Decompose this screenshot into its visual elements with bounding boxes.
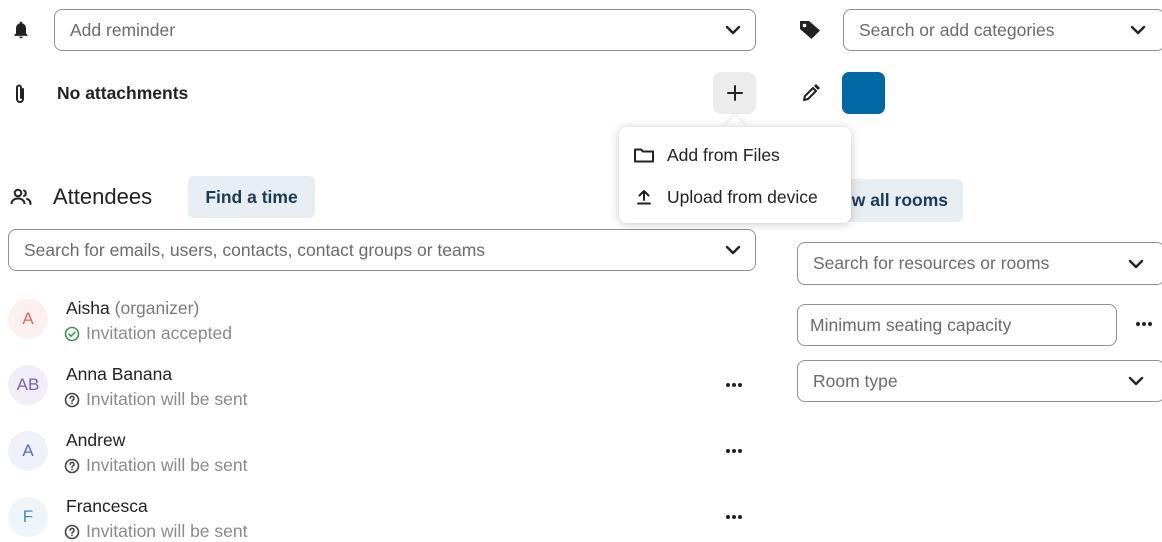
- attendee-status: Invitation will be sent: [64, 521, 247, 542]
- attendee-name: Francesca: [66, 496, 148, 517]
- attachments-label: No attachments: [57, 83, 189, 103]
- attendee-status: Invitation accepted: [64, 323, 232, 344]
- attendee-more-button[interactable]: [726, 515, 742, 519]
- question-circle-icon: [64, 392, 80, 408]
- attendee-avatar: AB: [8, 365, 48, 405]
- resource-search-select[interactable]: Search for resources or rooms: [797, 242, 1162, 285]
- people-icon: [8, 186, 34, 208]
- menu-item-label: Add from Files: [667, 144, 780, 165]
- bell-icon: [10, 19, 32, 41]
- attendee-name: Anna Banana: [66, 364, 172, 385]
- attendee-status-text: Invitation accepted: [86, 323, 232, 343]
- attendees-title: Attendees: [53, 184, 153, 209]
- find-a-time-button[interactable]: Find a time: [188, 176, 315, 218]
- categories-placeholder: Search or add categories: [859, 19, 1055, 40]
- attendee-name-text: Andrew: [66, 430, 126, 450]
- attendee-status-text: Invitation will be sent: [86, 455, 248, 475]
- seating-capacity-field[interactable]: [810, 305, 1116, 345]
- attendee-name-text: Aisha: [66, 298, 110, 318]
- attendee-avatar: A: [8, 431, 48, 471]
- color-swatch[interactable]: [842, 72, 885, 114]
- menu-item-label: Upload from device: [667, 186, 818, 207]
- check-circle-icon: [64, 326, 80, 342]
- upload-icon: [633, 188, 655, 206]
- categories-select[interactable]: Search or add categories: [843, 9, 1162, 51]
- menu-item-upload-from-device[interactable]: Upload from device: [633, 179, 843, 215]
- chevron-down-icon: [725, 245, 741, 255]
- room-type-select[interactable]: Room type: [797, 360, 1162, 402]
- attendee-search-placeholder: Search for emails, users, contacts, cont…: [24, 239, 486, 260]
- chevron-down-icon: [1128, 376, 1144, 386]
- resource-search-placeholder: Search for resources or rooms: [813, 253, 1050, 273]
- attendee-status: Invitation will be sent: [64, 455, 247, 476]
- chevron-down-icon: [1128, 259, 1144, 269]
- reminder-placeholder: Add reminder: [70, 19, 176, 40]
- attendee-avatar: F: [8, 497, 48, 537]
- attendee-role: (organizer): [114, 298, 200, 318]
- attendee-name: Aisha (organizer): [66, 298, 199, 319]
- attendee-name-text: Francesca: [66, 496, 148, 516]
- attendee-search-select[interactable]: Search for emails, users, contacts, cont…: [8, 229, 756, 271]
- chevron-down-icon: [725, 25, 741, 35]
- room-type-placeholder: Room type: [813, 370, 898, 391]
- attendee-status-text: Invitation will be sent: [86, 521, 248, 541]
- folder-icon: [633, 146, 655, 164]
- paperclip-icon: [10, 81, 30, 107]
- attendee-status: Invitation will be sent: [64, 389, 247, 410]
- menu-item-add-from-files[interactable]: Add from Files: [633, 137, 843, 173]
- add-attachment-button[interactable]: [713, 72, 756, 114]
- attendee-name: Andrew: [66, 430, 125, 451]
- question-circle-icon: [64, 524, 80, 540]
- reminder-select[interactable]: Add reminder: [54, 9, 756, 51]
- eyedropper-icon: [799, 81, 823, 105]
- attendee-more-button[interactable]: [726, 383, 742, 387]
- capacity-more-button[interactable]: [1136, 322, 1152, 326]
- attendee-more-button[interactable]: [726, 449, 742, 453]
- question-circle-icon: [64, 458, 80, 474]
- tag-icon: [797, 18, 823, 42]
- attendee-avatar: A: [8, 299, 48, 339]
- attendee-status-text: Invitation will be sent: [86, 389, 248, 409]
- plus-icon: [726, 85, 743, 101]
- attendee-name-text: Anna Banana: [66, 364, 173, 384]
- seating-capacity-input[interactable]: [797, 304, 1117, 346]
- attachment-menu: Add from Files Upload from device: [619, 127, 851, 223]
- chevron-down-icon: [1130, 25, 1146, 35]
